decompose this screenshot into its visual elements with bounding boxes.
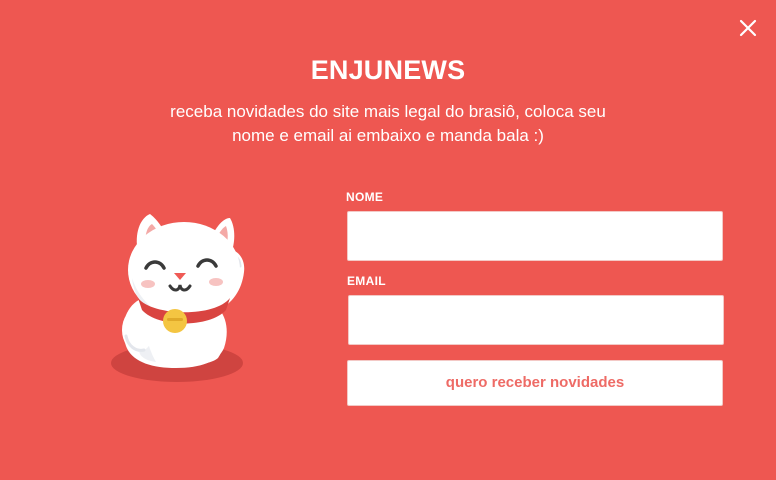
- name-label: NOME: [346, 190, 384, 204]
- subtitle-line-1: receba novidades do site mais legal do b…: [170, 102, 606, 121]
- subscribe-button[interactable]: quero receber novidades: [347, 360, 723, 406]
- subtitle-line-2: nome e email ai embaixo e manda bala :): [232, 126, 544, 145]
- email-input[interactable]: [348, 295, 724, 345]
- name-input[interactable]: [347, 211, 723, 261]
- close-icon[interactable]: [736, 16, 760, 40]
- email-label: EMAIL: [347, 274, 386, 288]
- modal-subtitle: receba novidades do site mais legal do b…: [0, 100, 776, 148]
- lucky-cat-icon: [104, 206, 254, 388]
- modal-title: ENJUNEWS: [310, 55, 466, 85]
- newsletter-modal: ENJUNEWS receba novidades do site mais l…: [0, 0, 776, 480]
